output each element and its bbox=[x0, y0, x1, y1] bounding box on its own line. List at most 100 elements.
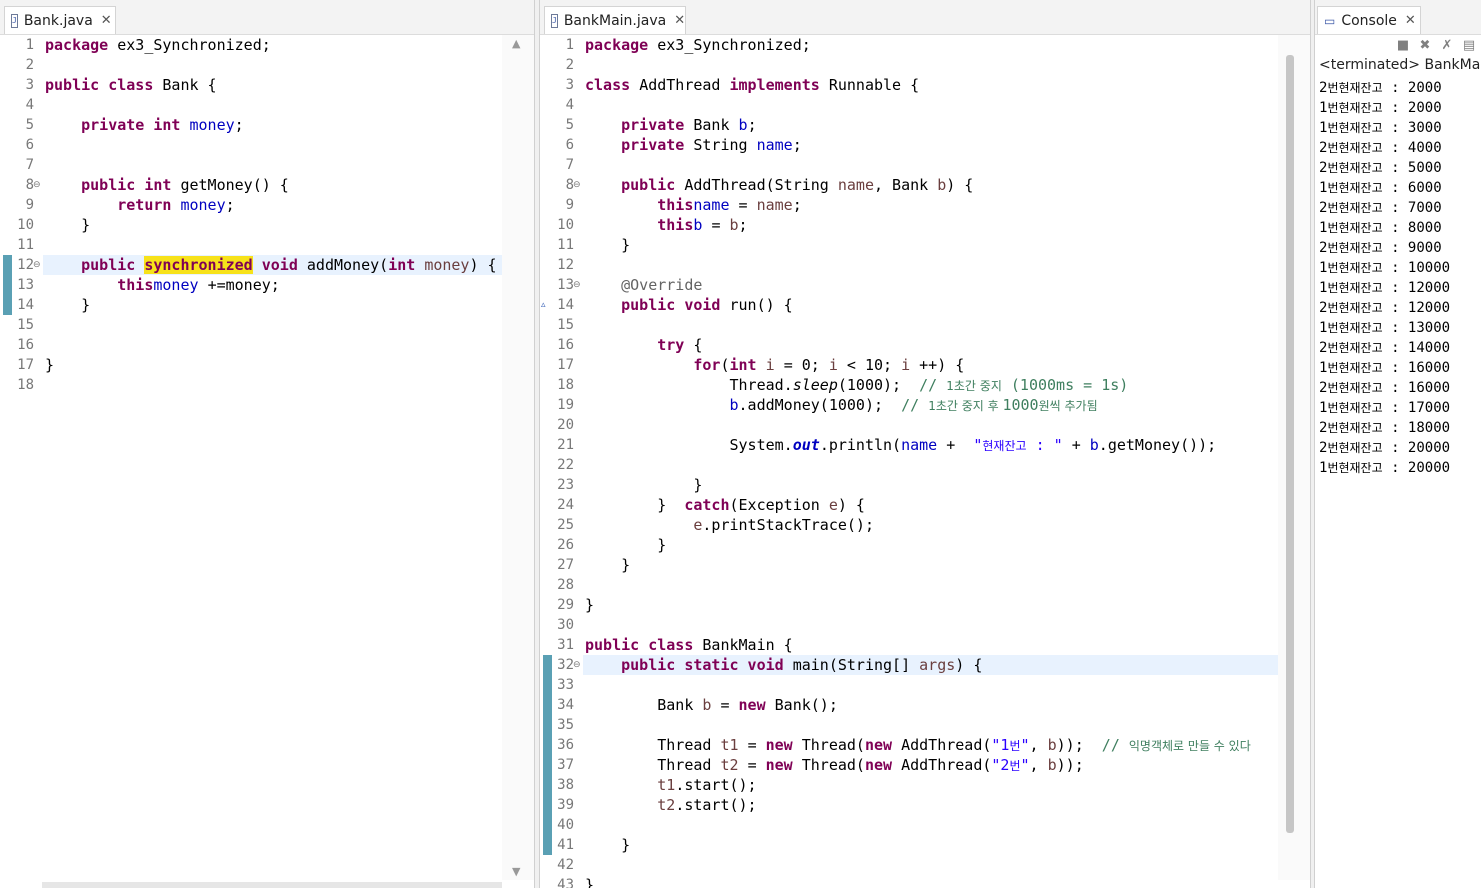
remove-all-launches-icon[interactable]: ✗ bbox=[1439, 38, 1455, 54]
line-number: 10 bbox=[557, 217, 574, 233]
code-token: catch bbox=[684, 496, 730, 514]
code-line: t2.start(); bbox=[585, 795, 756, 815]
code-line: class AddThread implements Runnable { bbox=[585, 75, 919, 95]
line-number: 18 bbox=[557, 377, 574, 393]
line-number: 39 bbox=[557, 797, 574, 813]
scroll-up-arrow-icon[interactable]: ▲ bbox=[512, 37, 520, 50]
console-line: 2번현재잔고 : 18000 bbox=[1319, 418, 1450, 438]
line-number: 32 bbox=[557, 657, 574, 673]
code-area[interactable]: package ex3_Synchronized;class AddThread… bbox=[585, 35, 1280, 888]
code-line: } bbox=[45, 215, 90, 235]
code-token: b bbox=[693, 216, 703, 234]
line-number: 11 bbox=[557, 237, 574, 253]
code-token: new bbox=[864, 736, 893, 754]
code-area[interactable]: package ex3_Synchronized; public class Ba… bbox=[45, 35, 504, 888]
scroll-down-arrow-icon[interactable]: ▼ bbox=[512, 865, 520, 878]
line-number: 8 bbox=[25, 177, 34, 193]
code-token: private int bbox=[81, 116, 181, 134]
balance-value: : 8000 bbox=[1382, 220, 1442, 236]
line-number: 14 bbox=[17, 297, 34, 313]
code-token: 원씩 추가됨 bbox=[1038, 399, 1098, 413]
code-line: public AddThread(String name, Bank b) { bbox=[585, 175, 973, 195]
line-number: 13 bbox=[557, 277, 574, 293]
code-line: public static void main(String[] args) { bbox=[585, 655, 982, 675]
horizontal-scrollbar[interactable] bbox=[42, 882, 502, 888]
code-token: package bbox=[585, 36, 649, 54]
balance-value: : 16000 bbox=[1382, 360, 1451, 376]
line-number: 37 bbox=[557, 757, 574, 773]
code-token: ex3_Synchronized; bbox=[657, 36, 811, 54]
line-number: 40 bbox=[557, 817, 574, 833]
code-token: ; bbox=[225, 196, 235, 214]
line-number: 38 bbox=[557, 777, 574, 793]
close-icon[interactable]: ✕ bbox=[1405, 13, 1416, 28]
terminate-icon[interactable]: ■ bbox=[1395, 38, 1411, 54]
console-line: 1번현재잔고 : 16000 bbox=[1319, 358, 1450, 378]
code-token: "2 bbox=[991, 756, 1010, 774]
code-token: b bbox=[1047, 756, 1057, 774]
console-line: 1번현재잔고 : 17000 bbox=[1319, 398, 1450, 418]
tab-bankmain-java[interactable]: J BankMain.java ✕ bbox=[544, 6, 686, 34]
code-line: } bbox=[45, 295, 90, 315]
line-number: 26 bbox=[557, 537, 574, 553]
code-token: ex3_Synchronized; bbox=[117, 36, 271, 54]
code-token: money bbox=[189, 116, 235, 134]
code-token: ) { bbox=[946, 176, 974, 194]
line-number: 6 bbox=[565, 137, 574, 153]
code-token: .println( bbox=[819, 436, 902, 454]
code-line: public synchronized void addMoney(int mo… bbox=[45, 255, 497, 275]
line-number: 6 bbox=[25, 137, 34, 153]
code-token: AddThread( bbox=[901, 736, 992, 754]
code-token: 현재잔고 bbox=[982, 439, 1027, 453]
tab-label: Console bbox=[1341, 12, 1397, 29]
console-line: 2번현재잔고 : 4000 bbox=[1319, 138, 1442, 158]
code-token: @Override bbox=[621, 276, 703, 294]
balance-value: : 5000 bbox=[1382, 160, 1442, 176]
console-line: 1번현재잔고 : 12000 bbox=[1319, 278, 1450, 298]
tab-bank-java[interactable]: J Bank.java ✕ bbox=[4, 6, 116, 34]
line-number: 35 bbox=[557, 717, 574, 733]
fold-toggle-icon[interactable]: ⊖ bbox=[33, 175, 41, 195]
code-token: this bbox=[117, 276, 154, 294]
remove-launch-icon[interactable]: ✖ bbox=[1417, 38, 1433, 54]
fold-toggle-icon[interactable]: ⊖ bbox=[573, 655, 581, 675]
balance-label: 번현재잔고 bbox=[1327, 261, 1383, 275]
code-token: } bbox=[585, 496, 676, 514]
close-icon[interactable]: ✕ bbox=[101, 13, 112, 28]
vertical-scrollbar[interactable] bbox=[1278, 35, 1310, 880]
code-token: i bbox=[901, 356, 911, 374]
code-token: name bbox=[756, 196, 793, 214]
code-token: this bbox=[657, 216, 694, 234]
code-line: b.addMoney(1000); // 1초간 중지 후 1000원씩 추가됨 bbox=[585, 395, 1098, 415]
code-line: t1.start(); bbox=[585, 775, 756, 795]
tab-console[interactable]: ▭ Console ✕ bbox=[1317, 6, 1421, 34]
balance-label: 번현재잔고 bbox=[1327, 121, 1383, 135]
fold-toggle-icon[interactable]: ⊖ bbox=[33, 255, 41, 275]
vertical-scrollbar[interactable]: ▲ ▼ bbox=[502, 35, 534, 880]
code-token: b bbox=[729, 216, 739, 234]
editor-pane-bank: J Bank.java ✕ 1 2 3 4 5 6 7 8 ⊖ 9 10 11 12 ⊖ 13 14 15 16 1… bbox=[0, 0, 535, 888]
scrollbar-thumb[interactable] bbox=[1286, 55, 1294, 833]
code-token: money bbox=[153, 276, 199, 294]
new-console-icon[interactable]: ▤ bbox=[1461, 38, 1477, 54]
close-icon[interactable]: ✕ bbox=[674, 13, 685, 28]
balance-value: : 18000 bbox=[1382, 420, 1451, 436]
code-token: b bbox=[1089, 436, 1099, 454]
editor-tabstrip: J Bank.java ✕ bbox=[0, 0, 534, 35]
code-token: .getMoney()); bbox=[1098, 436, 1217, 454]
line-number: 21 bbox=[557, 437, 574, 453]
fold-toggle-icon[interactable]: ⊖ bbox=[573, 175, 581, 195]
code-editor-bankmain[interactable]: 1 2 3 4 5 6 7 8 ⊖ 9 10 11 12 13 ⊖ 14 ▵ 15 16 17 18 19 20 21 22 23… bbox=[540, 35, 1310, 888]
line-number-gutter: 1 2 3 4 5 6 7 8 ⊖ 9 10 11 12 13 ⊖ 14 ▵ 15 16 17 18 19 20 21 22 23… bbox=[540, 35, 582, 888]
balance-label: 번현재잔고 bbox=[1327, 241, 1383, 255]
code-token: , Bank bbox=[874, 176, 929, 194]
code-editor-bank[interactable]: 1 2 3 4 5 6 7 8 ⊖ 9 10 11 12 ⊖ 13 14 15 16 17 18 package ex… bbox=[0, 35, 534, 888]
balance-label: 번현재잔고 bbox=[1327, 461, 1383, 475]
balance-value: : 2000 bbox=[1382, 100, 1442, 116]
code-token: Bank bbox=[693, 116, 730, 134]
code-token: getMoney() { bbox=[180, 176, 289, 194]
code-line: } bbox=[45, 355, 54, 375]
code-token: ++) { bbox=[919, 356, 965, 374]
fold-toggle-icon[interactable]: ⊖ bbox=[573, 275, 581, 295]
